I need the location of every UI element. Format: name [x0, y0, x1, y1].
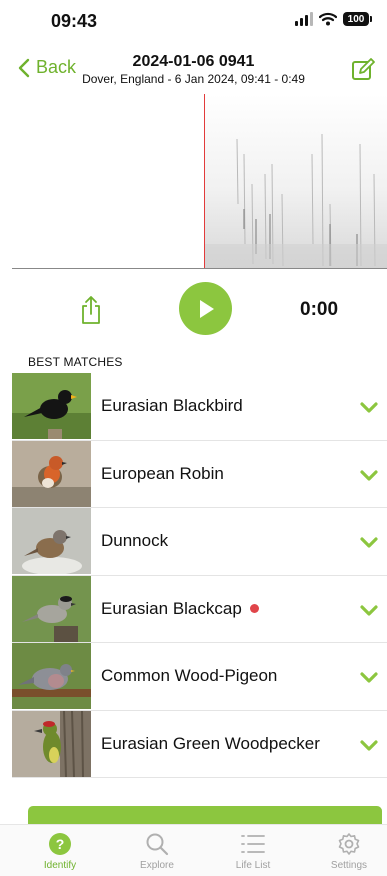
svg-text:?: ? — [56, 836, 65, 852]
checkmark-icon — [360, 469, 378, 481]
tab-identify[interactable]: ? Identify — [20, 831, 100, 871]
magnifier-icon — [146, 833, 169, 856]
edit-icon[interactable] — [351, 58, 375, 82]
spectrogram[interactable] — [12, 94, 387, 268]
tab-explore[interactable]: Explore — [117, 831, 197, 871]
best-matches-heading: BEST MATCHES — [28, 355, 123, 369]
match-name: Eurasian Blackcap — [101, 599, 259, 619]
checkmark-icon — [360, 537, 378, 548]
bird-photo — [12, 575, 91, 642]
match-name: European Robin — [101, 463, 224, 483]
match-row[interactable]: Dunnock — [12, 508, 387, 576]
match-row[interactable]: Eurasian Green Woodpecker — [12, 710, 387, 778]
matches-list: Eurasian Blackbird European Robin Dunnoc… — [12, 373, 387, 778]
checkmark-icon — [360, 739, 378, 751]
match-name: Eurasian Blackbird — [101, 396, 243, 415]
tab-label: Explore — [140, 860, 174, 871]
match-name: Common Wood-Pigeon — [101, 666, 278, 685]
recording-title: 2024-01-06 0941 — [132, 53, 255, 70]
play-button[interactable] — [179, 282, 232, 335]
gear-icon — [338, 833, 360, 855]
battery-icon: 100 — [343, 12, 372, 26]
recording-subtitle: Dover, England - 6 Jan 2024, 09:41 - 0:4… — [82, 72, 305, 86]
spectrogram-image — [205, 94, 387, 268]
tab-life-list[interactable]: Life List — [213, 831, 293, 871]
match-name: Eurasian Green Woodpecker — [101, 733, 320, 753]
tab-label: Settings — [330, 860, 368, 871]
match-name: Dunnock — [101, 531, 169, 550]
cellular-signal-icon — [295, 12, 313, 26]
play-icon — [199, 299, 214, 318]
bird-photo — [12, 710, 91, 777]
match-row[interactable]: European Robin — [12, 440, 387, 508]
list-icon — [241, 835, 265, 853]
match-row[interactable]: Eurasian Blackcap — [12, 575, 387, 643]
match-row[interactable]: Common Wood-Pigeon — [12, 643, 387, 711]
question-icon: ? — [49, 833, 71, 855]
checkmark-icon — [360, 672, 378, 683]
bird-photo — [12, 440, 91, 507]
nav-header: Back 2024-01-06 0941 Dover, England - 6 … — [0, 44, 387, 94]
bird-photo — [12, 373, 91, 439]
wifi-icon — [319, 12, 337, 26]
tab-label: Life List — [235, 860, 271, 871]
share-icon[interactable] — [80, 295, 102, 325]
bird-photo — [12, 508, 91, 574]
tab-bar: ? Identify Explore Life List Settings — [0, 824, 387, 876]
status-bar: 09:43 100 — [0, 0, 387, 44]
tab-label: Identify — [43, 860, 77, 871]
action-button[interactable] — [28, 806, 382, 824]
match-row[interactable]: Eurasian Blackbird — [12, 373, 387, 441]
playhead[interactable] — [204, 94, 205, 268]
spectrogram-baseline — [12, 268, 387, 269]
status-icons: 100 — [295, 12, 372, 26]
new-species-dot — [249, 603, 259, 613]
checkmark-icon — [360, 402, 378, 413]
playback-time: 0:00 — [300, 299, 339, 320]
bird-photo — [12, 643, 91, 709]
status-time: 09:43 — [51, 11, 98, 31]
tab-settings[interactable]: Settings — [309, 831, 387, 871]
checkmark-icon — [360, 604, 378, 616]
